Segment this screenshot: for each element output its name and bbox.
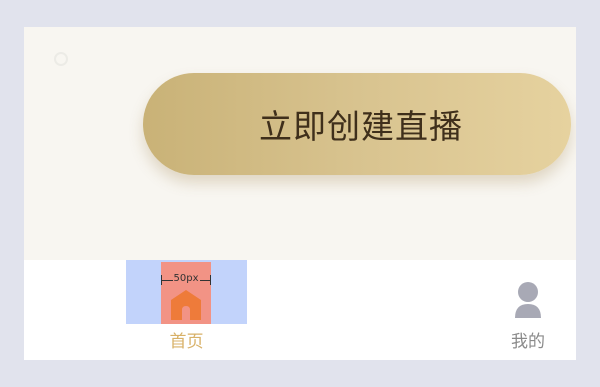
user-icon (515, 282, 541, 318)
create-live-button-label: 立即创建直播 (259, 107, 463, 146)
measure-label: 50px (161, 273, 211, 285)
app-screen: 立即创建直播 50px 首页 我的 (24, 27, 576, 360)
main-content: 立即创建直播 (24, 27, 576, 260)
create-live-button[interactable]: 立即创建直播 (143, 73, 571, 175)
bottom-tab-bar: 50px 首页 我的 (24, 260, 576, 360)
tab-home[interactable]: 50px 首页 (126, 260, 247, 360)
radio-indicator[interactable] (54, 52, 68, 66)
tab-home-label: 首页 (169, 332, 204, 352)
measure-label-text: 50px (172, 273, 200, 284)
tab-mine[interactable]: 我的 (500, 260, 556, 360)
tab-mine-label: 我的 (511, 332, 545, 352)
home-icon (171, 290, 201, 320)
